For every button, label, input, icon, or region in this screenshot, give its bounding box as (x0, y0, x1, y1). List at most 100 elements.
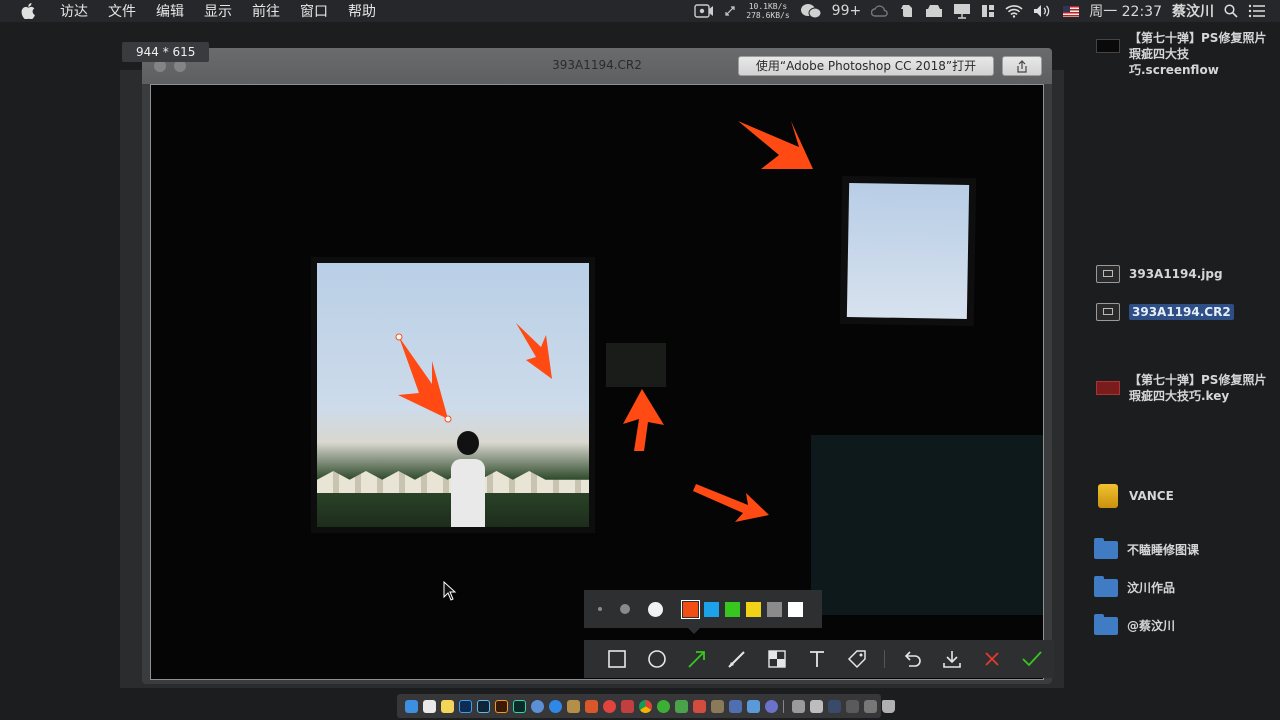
dock-app-icon[interactable] (693, 699, 706, 713)
pen-size-medium[interactable] (620, 604, 630, 614)
apple-logo-icon[interactable] (20, 3, 36, 19)
notification-center-icon[interactable] (1248, 0, 1266, 22)
desktop-item-folder-2[interactable]: 汶川作品 (1094, 576, 1176, 598)
desktop-item-label: 【第七十弹】PS修复照片瑕疵四大技巧.key (1129, 373, 1267, 403)
menu-view[interactable]: 显示 (204, 1, 232, 21)
dock-wechat-icon[interactable] (657, 699, 670, 713)
dock-app-icon[interactable] (765, 699, 778, 713)
annotation-arrow-3 (516, 323, 552, 379)
confirm-button[interactable] (1019, 646, 1045, 672)
wechat-icon[interactable] (800, 0, 822, 22)
color-swatch-green[interactable] (725, 601, 740, 617)
dock-app-icon[interactable] (567, 699, 580, 713)
color-swatch-white[interactable] (788, 601, 803, 617)
dock-photoshop-icon[interactable] (459, 699, 472, 713)
window-titlebar[interactable]: 393A1194.CR2 使用“Adobe Photoshop CC 2018”… (142, 48, 1052, 84)
dock-safari-icon[interactable] (549, 699, 562, 713)
annotation-toolbar (584, 640, 1054, 678)
display-icon[interactable] (953, 0, 971, 22)
wifi-icon[interactable] (1005, 0, 1023, 22)
creative-cloud-icon[interactable] (871, 0, 889, 22)
drive-icon (1096, 484, 1120, 508)
dock-app-icon[interactable] (810, 699, 823, 713)
screen-record-icon[interactable] (694, 0, 714, 22)
desktop-item-jpg[interactable]: 393A1194.jpg (1096, 264, 1223, 284)
desktop-item-vance[interactable]: VANCE (1096, 484, 1174, 508)
evernote-icon[interactable] (899, 0, 915, 22)
menu-go[interactable]: 前往 (252, 1, 280, 21)
cancel-button[interactable] (979, 646, 1005, 672)
pen-tool-button[interactable] (724, 646, 750, 672)
dock-app-icon[interactable] (747, 699, 760, 713)
text-tool-button[interactable] (804, 646, 830, 672)
arrow-tool-button[interactable] (684, 646, 710, 672)
clock[interactable]: 周一 22:37 (1089, 0, 1162, 22)
menu-file[interactable]: 文件 (108, 1, 136, 21)
pen-icon (728, 651, 745, 668)
preview-window: 393A1194.CR2 使用“Adobe Photoshop CC 2018”… (142, 48, 1052, 684)
dock-app-icon[interactable] (846, 699, 859, 713)
dock-app-icon[interactable] (864, 699, 877, 713)
menu-finder[interactable]: 访达 (60, 1, 88, 21)
desktop-item-cr2[interactable]: 393A1194.CR2 (1096, 302, 1234, 322)
desktop-item-label: 汶川作品 (1127, 581, 1176, 595)
open-in-photoshop-button[interactable]: 使用“Adobe Photoshop CC 2018”打开 (738, 56, 994, 76)
input-source-flag-icon[interactable] (1063, 0, 1080, 22)
annotation-arrow-5 (693, 484, 769, 522)
dock (397, 694, 895, 718)
pen-size-large[interactable] (648, 601, 663, 617)
ellipse-tool-button[interactable] (644, 646, 670, 672)
menu-help[interactable]: 帮助 (348, 1, 376, 21)
network-speed: 10.1KB/s 278.6KB/s (746, 0, 789, 22)
color-swatch-gray[interactable] (767, 601, 782, 617)
menu-window[interactable]: 窗口 (300, 1, 328, 21)
desktop-item-keynote[interactable]: 【第七十弹】PS修复照片瑕疵四大技巧.key (1096, 372, 1276, 404)
dock-illustrator-icon[interactable] (495, 699, 508, 713)
dock-audition-icon[interactable] (513, 699, 526, 713)
mosaic-tool-button[interactable] (764, 646, 790, 672)
dock-notes-icon[interactable] (441, 699, 454, 713)
mosaic-icon (768, 650, 786, 668)
dock-calendar-icon[interactable] (423, 699, 436, 713)
dock-app-icon[interactable] (621, 699, 634, 713)
desktop-item-folder-3[interactable]: @蔡汶川 (1094, 614, 1175, 636)
dock-info-icon[interactable] (531, 699, 544, 713)
spotlight-search-icon[interactable] (1224, 0, 1238, 22)
dock-finder-icon[interactable] (405, 699, 418, 713)
color-swatch-yellow[interactable] (746, 601, 761, 617)
user-name[interactable]: 蔡汶川 (1172, 0, 1214, 22)
window-manager-icon[interactable] (981, 0, 995, 22)
bartender-icon[interactable] (925, 0, 943, 22)
color-swatch-blue[interactable] (704, 601, 719, 617)
dock-trash-icon[interactable] (882, 699, 895, 713)
undo-button[interactable] (899, 646, 925, 672)
share-icon (1017, 59, 1027, 73)
dock-separator (783, 699, 784, 713)
desktop-item-screenflow[interactable]: 【第七十弹】PS修复照片瑕疵四大技巧.screenflow (1096, 30, 1276, 78)
dock-app-icon[interactable] (828, 699, 841, 713)
pen-size-small[interactable] (598, 607, 602, 611)
volume-icon[interactable] (1033, 0, 1053, 22)
dock-app-icon[interactable] (711, 699, 724, 713)
desktop-item-folder-1[interactable]: 不瞌睡修图课 (1094, 538, 1199, 560)
mouse-cursor-icon (443, 581, 457, 601)
dock-app-icon[interactable] (585, 699, 598, 713)
color-swatch-orange[interactable] (681, 599, 700, 619)
download-button[interactable] (939, 646, 965, 672)
rectangle-tool-button[interactable] (604, 646, 630, 672)
image-file-icon (1096, 264, 1120, 284)
menu-edit[interactable]: 编辑 (156, 1, 184, 21)
dock-chrome-icon[interactable] (639, 699, 652, 713)
text-icon (810, 651, 824, 667)
dock-app-icon[interactable] (675, 699, 688, 713)
dock-app-icon[interactable] (603, 699, 616, 713)
dock-app-icon[interactable] (729, 699, 742, 713)
tag-tool-button[interactable] (844, 646, 870, 672)
status-area: 10.1KB/s 278.6KB/s 99+ 周一 22:37 蔡汶川 (689, 0, 1280, 22)
share-button[interactable] (1002, 56, 1042, 76)
dock-app-icon[interactable] (792, 699, 805, 713)
capture-dimension-label: 944 * 615 (122, 42, 210, 62)
network-monitor-icon[interactable] (724, 0, 736, 22)
dock-lightroom-icon[interactable] (477, 699, 490, 713)
download-icon (943, 651, 961, 668)
